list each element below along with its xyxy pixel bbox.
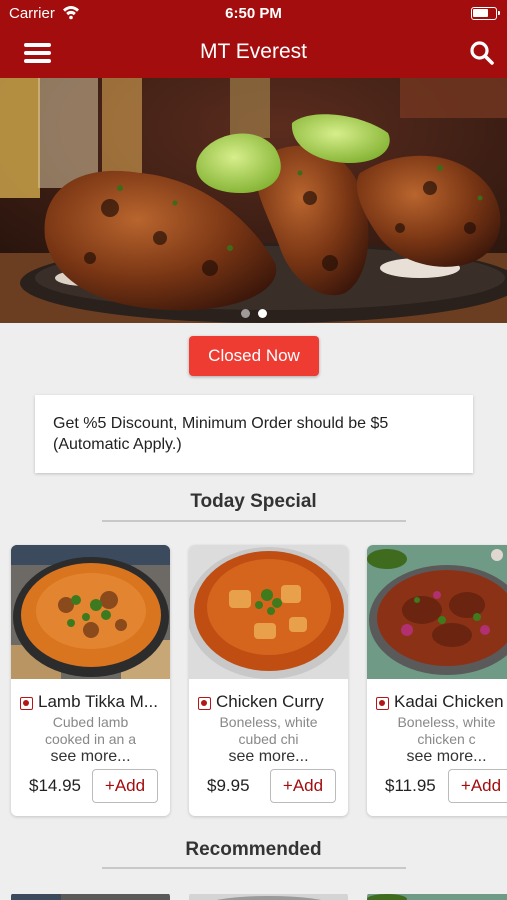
status-bar: Carrier 6:50 PM bbox=[0, 0, 507, 28]
dish-description: Boneless, white cubed chi bbox=[219, 714, 318, 747]
add-to-cart-button[interactable]: +Add bbox=[92, 769, 158, 803]
non-veg-indicator-icon bbox=[376, 697, 389, 710]
dish-image bbox=[11, 545, 170, 679]
non-veg-indicator-icon bbox=[20, 697, 33, 710]
menu-card-kadai-chicken[interactable]: Kadai Chicken Boneless, white chicken c … bbox=[367, 545, 507, 816]
hero-banner[interactable] bbox=[0, 78, 507, 323]
recommended-card[interactable] bbox=[11, 891, 170, 900]
recommended-card[interactable] bbox=[189, 891, 348, 900]
carousel-dots bbox=[0, 305, 507, 323]
discount-banner: Get %5 Discount, Minimum Order should be… bbox=[35, 395, 473, 473]
dish-price: $11.95 bbox=[385, 776, 436, 795]
dish-image bbox=[189, 545, 348, 679]
carousel-dot-1[interactable] bbox=[240, 309, 250, 318]
today-special-heading: Today Special bbox=[190, 491, 317, 512]
restaurant-title: MT Everest bbox=[200, 40, 307, 63]
dish-description: Boneless, white chicken c bbox=[397, 714, 496, 747]
dish-name: Kadai Chicken bbox=[394, 692, 504, 711]
see-more-link[interactable]: see more... bbox=[367, 748, 507, 766]
dish-price: $14.95 bbox=[29, 776, 81, 795]
section-divider bbox=[102, 867, 406, 869]
recommended-heading: Recommended bbox=[185, 839, 322, 860]
menu-card-chicken-curry[interactable]: Chicken Curry Boneless, white cubed chi … bbox=[189, 545, 348, 816]
dish-description: Cubed lamb cooked in an a bbox=[44, 714, 137, 747]
menu-card-lamb-tikka[interactable]: Lamb Tikka M... Cubed lamb cooked in an … bbox=[11, 545, 170, 816]
section-divider bbox=[102, 520, 406, 522]
dish-price: $9.95 bbox=[207, 776, 250, 795]
see-more-link[interactable]: see more... bbox=[11, 748, 170, 766]
search-icon[interactable] bbox=[469, 40, 495, 66]
dish-name: Chicken Curry bbox=[216, 692, 324, 711]
non-veg-indicator-icon bbox=[198, 697, 211, 710]
clock-time: 6:50 PM bbox=[225, 5, 282, 22]
closed-now-button[interactable]: Closed Now bbox=[189, 336, 319, 376]
hero-image bbox=[0, 78, 507, 323]
recommended-card[interactable] bbox=[367, 891, 507, 900]
battery-icon bbox=[471, 7, 500, 20]
add-to-cart-button[interactable]: +Add bbox=[448, 769, 507, 803]
carousel-dot-2[interactable] bbox=[257, 309, 267, 318]
see-more-link[interactable]: see more... bbox=[189, 748, 348, 766]
dish-image bbox=[367, 545, 507, 679]
add-to-cart-button[interactable]: +Add bbox=[270, 769, 336, 803]
nav-bar: MT Everest bbox=[0, 28, 507, 78]
dish-name: Lamb Tikka M... bbox=[38, 692, 158, 711]
